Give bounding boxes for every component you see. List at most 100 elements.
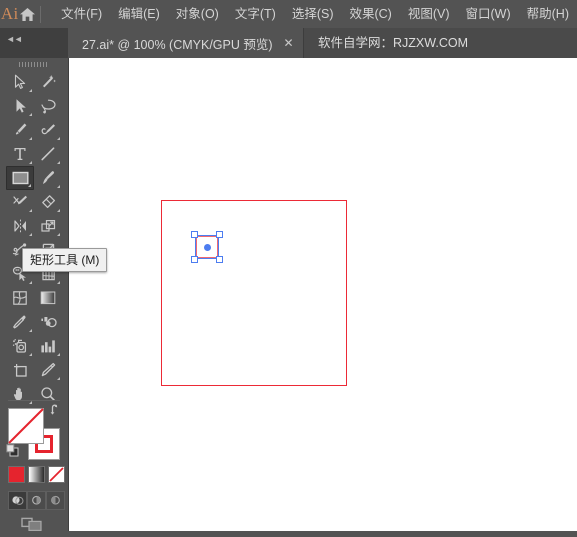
magic-wand-icon (43, 75, 56, 88)
curvature-tool[interactable] (34, 118, 62, 142)
menu-window[interactable]: 窗口(W) (458, 0, 519, 28)
flyout-corner-icon (57, 233, 60, 236)
line-diagonal-icon (41, 147, 55, 161)
arrow-cursor-icon (14, 74, 25, 89)
scale-tool[interactable] (34, 214, 62, 238)
mesh-icon (13, 291, 27, 305)
menu-divider (39, 5, 41, 23)
symbol-sprayer-tool[interactable] (6, 334, 34, 358)
flyout-corner-icon (29, 113, 32, 116)
gradient-mode-button[interactable] (28, 466, 45, 483)
handle-bottom-right[interactable] (216, 256, 223, 263)
shaper-tool[interactable] (6, 190, 34, 214)
rectangle-tool[interactable] (6, 166, 34, 190)
menu-items: 文件(F) 编辑(E) 对象(O) 文字(T) 选择(S) 效果(C) 视图(V… (53, 0, 577, 28)
blend-tool[interactable] (34, 310, 62, 334)
flyout-corner-icon (29, 161, 32, 164)
handle-top-left[interactable] (191, 231, 198, 238)
color-mode-button[interactable] (8, 466, 25, 483)
flyout-corner-icon (29, 329, 32, 332)
flyout-corner-icon (57, 353, 60, 356)
color-mode-buttons (8, 466, 65, 483)
menu-effect[interactable]: 效果(C) (341, 0, 399, 28)
flyout-corner-icon (57, 281, 60, 284)
slice-knife-icon (41, 362, 56, 377)
direct-selection-tool[interactable] (6, 94, 34, 118)
none-mode-button[interactable] (48, 466, 65, 483)
gradient-tool[interactable] (34, 286, 62, 310)
screen-mode-button[interactable] (21, 516, 47, 532)
tools-panel-grip[interactable] (0, 58, 68, 70)
watermark-text: 软件自学网：RJZXW.COM (318, 36, 468, 50)
pen-nib-icon (15, 123, 27, 135)
type-t-icon (14, 148, 26, 160)
draw-behind-icon (32, 495, 41, 505)
menu-select[interactable]: 选择(S) (284, 0, 342, 28)
flyout-corner-icon (29, 281, 32, 284)
draw-inside-button[interactable] (46, 491, 65, 510)
blend-icon (40, 317, 57, 328)
flyout-corner-icon (29, 89, 32, 92)
rotate-tool[interactable] (6, 214, 34, 238)
illustrator-window: Ai 文件(F) 编辑(E) 对象(O) 文字(T) 选择(S) 效果(C) 视… (0, 0, 577, 532)
draw-normal-icon (12, 496, 24, 505)
default-colors-svg (6, 444, 19, 457)
menu-type[interactable]: 文字(T) (227, 0, 284, 28)
collapse-panel-icon[interactable]: ◄◄ (6, 34, 23, 44)
line-segment-tool[interactable] (34, 142, 62, 166)
artboard-tool[interactable] (6, 358, 34, 382)
draw-mode-buttons (8, 491, 65, 510)
menu-help[interactable]: 帮助(H) (519, 0, 577, 28)
draw-behind-button[interactable] (27, 491, 46, 510)
draw-normal-button[interactable] (8, 491, 27, 510)
lasso-tool[interactable] (34, 94, 62, 118)
eraser-tool[interactable] (34, 190, 62, 214)
handle-bottom-left[interactable] (191, 256, 198, 263)
tabbar-left-cap: ◄◄ (0, 28, 68, 58)
swap-fill-stroke-icon[interactable] (49, 403, 63, 417)
none-slash-icon (8, 408, 44, 444)
home-icon-svg (20, 7, 36, 21)
pen-tool[interactable] (6, 118, 34, 142)
artboard (161, 200, 347, 386)
home-icon[interactable] (19, 0, 36, 28)
menu-object[interactable]: 对象(O) (168, 0, 227, 28)
document-canvas[interactable] (69, 58, 577, 531)
handle-top-right[interactable] (216, 231, 223, 238)
flyout-corner-icon (57, 377, 60, 380)
paintbrush-icon (43, 171, 55, 184)
eyedropper-icon (13, 315, 26, 329)
flyout-corner-icon (57, 137, 60, 140)
selection-tool[interactable] (6, 70, 34, 94)
document-tab[interactable]: 27.ai* @ 100% (CMYK/GPU 预览) ✕ (68, 28, 304, 58)
draw-inside-icon (51, 495, 60, 505)
slice-tool[interactable] (34, 358, 62, 382)
none-slash-svg (49, 467, 64, 482)
menu-bar: Ai 文件(F) 编辑(E) 对象(O) 文字(T) 选择(S) 效果(C) 视… (0, 0, 577, 28)
tool-grid (6, 70, 62, 406)
rectangle-icon (12, 171, 29, 185)
eyedropper-tool[interactable] (6, 310, 34, 334)
magic-wand-tool[interactable] (34, 70, 62, 94)
menu-file[interactable]: 文件(F) (53, 0, 110, 28)
center-anchor-point (203, 243, 211, 251)
selected-rectangle[interactable] (191, 231, 223, 263)
fill-swatch[interactable] (8, 408, 44, 444)
scale-icon (40, 219, 55, 232)
menu-edit[interactable]: 编辑(E) (110, 0, 168, 28)
menu-view[interactable]: 视图(V) (400, 0, 458, 28)
column-graph-tool[interactable] (34, 334, 62, 358)
document-tab-bar: ◄◄ 27.ai* @ 100% (CMYK/GPU 预览) ✕ 软件自学网：R… (0, 28, 577, 58)
paintbrush-tool[interactable] (34, 166, 62, 190)
type-tool[interactable] (6, 142, 34, 166)
close-icon[interactable]: ✕ (284, 37, 294, 49)
swap-arrow-svg (50, 404, 58, 415)
default-fill-stroke-icon[interactable] (6, 444, 19, 457)
shaper-pencil-icon (12, 195, 27, 205)
color-controls (0, 400, 68, 532)
curvature-icon (41, 124, 55, 135)
lasso-icon (40, 99, 56, 114)
mesh-tool[interactable] (6, 286, 34, 310)
document-tab-title: 27.ai* @ 100% (CMYK/GPU 预览) (82, 37, 273, 52)
bar-chart-icon (41, 339, 55, 352)
